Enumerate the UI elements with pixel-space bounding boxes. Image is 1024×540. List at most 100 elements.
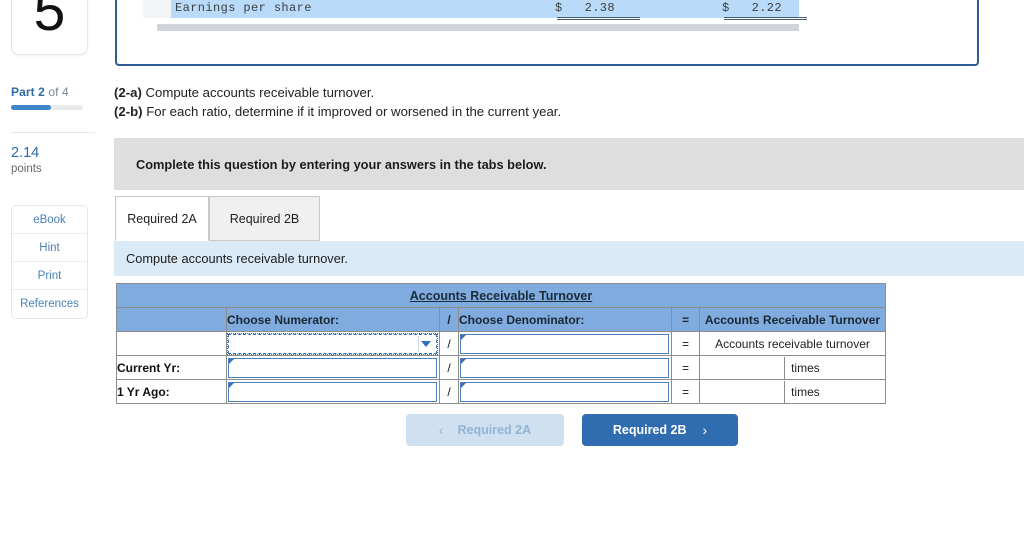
row-2-numerator-cell[interactable] <box>226 355 440 380</box>
currency-symbol-current: $ <box>555 1 563 15</box>
cell-marker-icon <box>229 358 234 364</box>
tab-required-2a-label: Required 2A <box>127 211 197 226</box>
table-row: / = Accounts receivable turnover <box>116 331 886 356</box>
row-2-result-split: times <box>700 356 885 379</box>
chevron-left-icon: ‹ <box>438 422 444 438</box>
rail-button-group: eBook Hint Print References <box>11 205 88 319</box>
prev-required-2a-button[interactable]: ‹ Required 2A <box>406 414 564 446</box>
denominator-input-2[interactable] <box>460 357 669 378</box>
row-2-equals: = <box>671 355 700 380</box>
numerator-input-2[interactable] <box>228 357 437 378</box>
spreadsheet-value-current: $2.38 <box>555 1 615 15</box>
table-header-row: Choose Numerator: / Choose Denominator: … <box>116 307 886 332</box>
instruction-bar-text: Complete this question by entering your … <box>136 156 547 172</box>
denominator-input-3[interactable] <box>460 381 669 402</box>
table-row: Current Yr: / = times <box>116 355 886 380</box>
row-2-slash: / <box>439 355 459 380</box>
question-line-2b: (2-b) For each ratio, determine if it im… <box>114 103 561 122</box>
question-body-2b: For each ratio, determine if it improved… <box>142 103 562 119</box>
table-row: 1 Yr Ago: / = times <box>116 379 886 404</box>
header-numerator: Choose Numerator: <box>226 307 440 332</box>
ebook-button[interactable]: eBook <box>12 206 87 234</box>
question-tag-2b: (2-b) <box>114 103 143 119</box>
row-1-denominator-cell[interactable] <box>458 331 672 356</box>
row-2-denominator-cell[interactable] <box>458 355 672 380</box>
header-denominator: Choose Denominator: <box>458 307 672 332</box>
header-equals: = <box>671 307 700 332</box>
row-2-label: Current Yr: <box>116 355 227 380</box>
tab-strip: Required 2A Required 2B <box>115 196 1024 241</box>
hint-button[interactable]: Hint <box>12 234 87 262</box>
spreadsheet-value-prior-number: 2.22 <box>751 1 783 15</box>
spreadsheet-underline-prior <box>724 17 807 20</box>
table-title-row: Accounts Receivable Turnover <box>116 283 886 308</box>
spreadsheet-horizontal-scrollbar[interactable] <box>157 24 799 31</box>
answer-table: Accounts Receivable Turnover Choose Nume… <box>116 283 886 404</box>
sub-instruction-bar: Compute accounts receivable turnover. <box>114 241 1024 276</box>
part-indicator: Part 2 of 4 <box>11 85 101 99</box>
question-body-2a: Compute accounts receivable turnover. <box>141 85 375 100</box>
table-title: Accounts Receivable Turnover <box>409 288 593 303</box>
left-rail: 5 Part 2 of 4 2.14 points eBook Hint Pri… <box>0 0 110 540</box>
currency-symbol-prior: $ <box>722 1 730 15</box>
references-button[interactable]: References <box>12 290 87 318</box>
row-2-result-cell: times <box>699 355 886 380</box>
spreadsheet-value-prior: $2.22 <box>722 1 782 15</box>
points-value: 2.14 <box>11 145 40 161</box>
spreadsheet-underline-current <box>557 17 640 20</box>
page-root: 5 Part 2 of 4 2.14 points eBook Hint Pri… <box>0 0 1024 540</box>
question-number-card: 5 <box>11 0 88 55</box>
row-3-denominator-cell[interactable] <box>458 379 672 404</box>
row-1-result: Accounts receivable turnover <box>699 331 886 356</box>
row-3-result-value[interactable] <box>700 380 786 403</box>
tab-required-2a[interactable]: Required 2A <box>115 196 209 241</box>
next-required-2b-button[interactable]: Required 2B › <box>582 414 738 446</box>
dropdown-separator <box>418 335 419 352</box>
row-1-slash: / <box>439 331 459 356</box>
row-3-equals: = <box>671 379 700 404</box>
chevron-right-icon: › <box>702 422 708 438</box>
cell-marker-icon <box>461 358 466 364</box>
row-1-numerator-cell[interactable] <box>226 331 440 356</box>
row-3-slash: / <box>439 379 459 404</box>
cell-marker-icon <box>461 382 466 388</box>
row-2-result-unit: times <box>791 360 820 375</box>
numerator-dropdown[interactable] <box>227 332 438 355</box>
spreadsheet-row-header <box>143 0 171 18</box>
part-progress-bar <box>11 105 83 110</box>
print-button[interactable]: Print <box>12 262 87 290</box>
cell-marker-icon <box>461 334 466 340</box>
points-label: points <box>11 163 42 175</box>
header-slash: / <box>439 307 459 332</box>
part-indicator-total: of 4 <box>44 85 69 99</box>
part-indicator-current: Part 2 <box>11 85 45 99</box>
spreadsheet-panel: Earnings per share $2.38 $2.22 <box>115 0 979 66</box>
tab-required-2b[interactable]: Required 2B <box>209 196 320 241</box>
denominator-input-1[interactable] <box>460 333 669 354</box>
row-1-label <box>116 331 227 356</box>
prev-button-label: Required 2A <box>457 423 532 437</box>
chevron-down-icon[interactable] <box>421 340 431 347</box>
question-number: 5 <box>33 0 66 43</box>
question-line-2a: (2-a) Compute accounts receivable turnov… <box>114 84 561 103</box>
spreadsheet-row-label: Earnings per share <box>175 1 312 15</box>
row-3-result-cell: times <box>699 379 886 404</box>
row-3-result-split: times <box>700 380 885 403</box>
row-3-label: 1 Yr Ago: <box>116 379 227 404</box>
row-3-result-unit: times <box>791 384 820 399</box>
tab-required-2b-label: Required 2B <box>229 211 300 226</box>
cell-marker-icon <box>229 382 234 388</box>
part-progress-fill <box>11 105 51 110</box>
sub-instruction-text: Compute accounts receivable turnover. <box>126 251 348 266</box>
header-result: Accounts Receivable Turnover <box>699 307 886 332</box>
table-title-cell: Accounts Receivable Turnover <box>116 283 886 308</box>
row-3-numerator-cell[interactable] <box>226 379 440 404</box>
next-button-label: Required 2B <box>612 423 687 437</box>
question-tag-2a: (2-a) <box>114 85 142 100</box>
spreadsheet-value-current-number: 2.38 <box>584 1 616 15</box>
question-text: (2-a) Compute accounts receivable turnov… <box>114 84 561 121</box>
rail-divider <box>11 132 95 133</box>
instruction-bar: Complete this question by entering your … <box>114 138 1024 190</box>
numerator-input-3[interactable] <box>228 381 437 402</box>
row-2-result-value[interactable] <box>700 356 786 379</box>
